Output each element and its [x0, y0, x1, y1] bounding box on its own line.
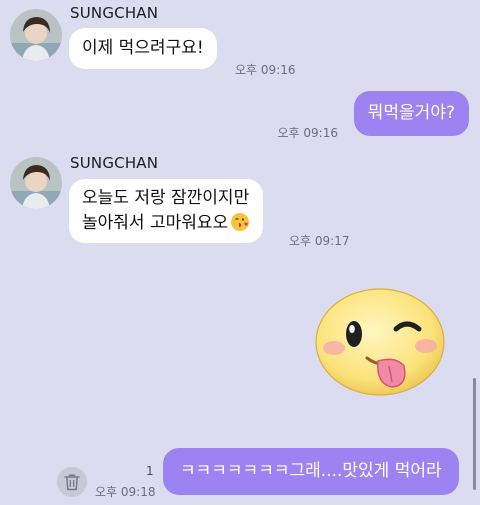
sender-avatar[interactable]	[10, 157, 62, 209]
message-text: 뭐먹을거야?	[367, 103, 455, 123]
kissing-face-with-heart-emoji	[231, 213, 250, 231]
winking-tongue-face-sticker	[315, 288, 445, 396]
message-time: 오후 09:16	[235, 63, 296, 77]
scrollbar[interactable]	[473, 378, 476, 490]
message-text-line: 놀아줘서 고마워요오	[82, 211, 250, 236]
emoticon-sticker[interactable]	[312, 286, 448, 398]
message-text: ㅋㅋㅋㅋㅋㅋㅋ그래....맛있게 먹어라	[180, 461, 442, 481]
message-text: 이제 먹으려구요!	[82, 38, 204, 58]
avatar-photo	[10, 157, 62, 209]
message-time: 오후 09:18	[95, 485, 156, 499]
sender-name: SUNGCHAN	[70, 154, 159, 172]
message-time: 오후 09:17	[289, 234, 350, 248]
delete-button[interactable]	[57, 467, 87, 497]
message-text: 놀아줘서 고마워요오	[82, 213, 229, 233]
message-bubble[interactable]: ㅋㅋㅋㅋㅋㅋㅋ그래....맛있게 먹어라	[163, 448, 459, 495]
trash-icon	[64, 474, 80, 491]
message-bubble[interactable]: 이제 먹으려구요!	[69, 28, 217, 69]
message-bubble[interactable]: 뭐먹을거야?	[353, 91, 469, 136]
unread-count: 1	[146, 464, 154, 478]
sender-avatar[interactable]	[10, 9, 62, 61]
message-bubble[interactable]: 오늘도 저랑 잠깐이지만 놀아줘서 고마워요오	[69, 179, 264, 243]
message-text-line: 오늘도 저랑 잠깐이지만	[82, 188, 250, 208]
message-time: 오후 09:16	[277, 126, 338, 140]
avatar-photo	[10, 9, 62, 61]
sender-name: SUNGCHAN	[70, 4, 159, 22]
